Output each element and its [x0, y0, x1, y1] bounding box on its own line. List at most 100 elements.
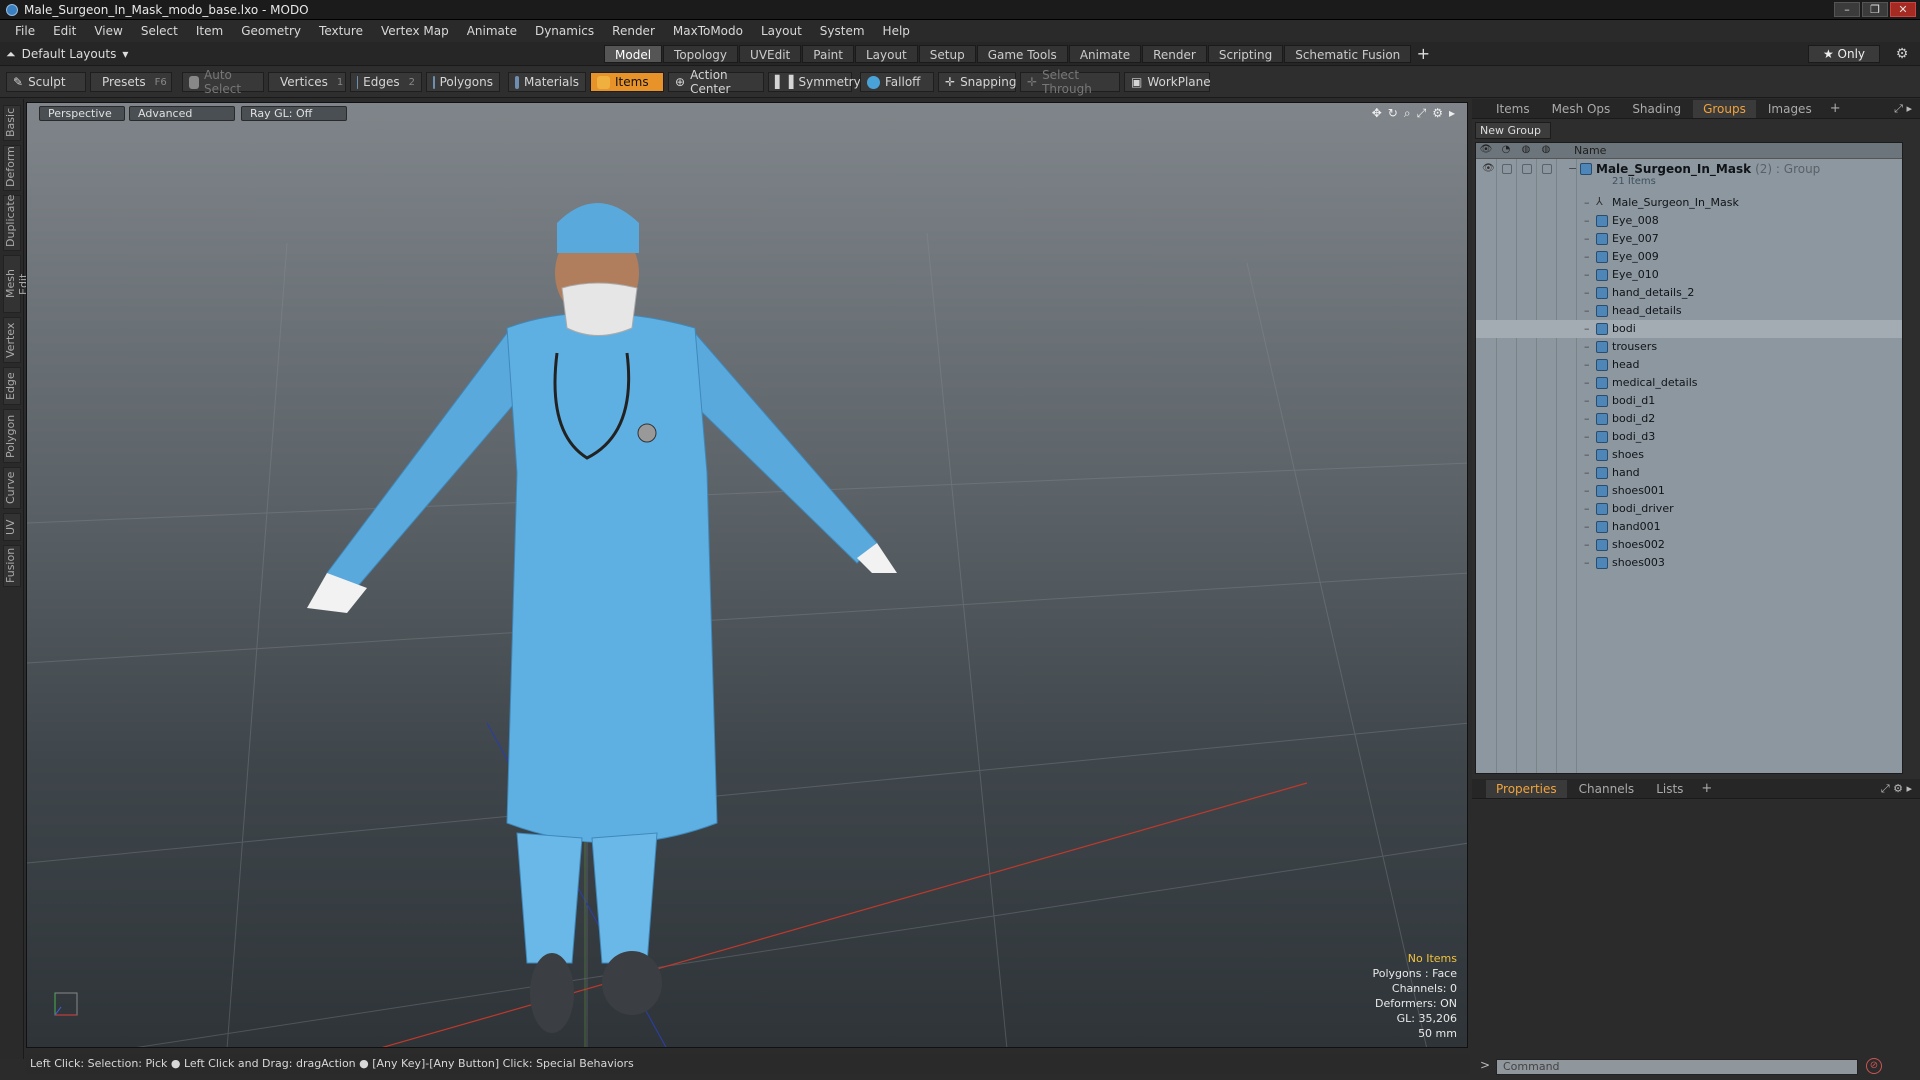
vtab-vertex[interactable]: Vertex [3, 317, 21, 363]
menu-maxtomodo[interactable]: MaxToModo [664, 20, 752, 42]
list-item[interactable]: – hand [1476, 464, 1902, 482]
tab-mesh-ops[interactable]: Mesh Ops [1542, 100, 1621, 118]
menu-render[interactable]: Render [603, 20, 664, 42]
tab-setup[interactable]: Setup [918, 45, 976, 63]
falloff-button[interactable]: Falloff [860, 72, 934, 92]
collapse-icon[interactable]: − [1568, 162, 1577, 175]
tab-images[interactable]: Images [1758, 100, 1822, 118]
presets-button[interactable]: Presets F6 [90, 72, 172, 92]
menu-geometry[interactable]: Geometry [232, 20, 310, 42]
list-item[interactable]: – trousers [1476, 338, 1902, 356]
list-item[interactable]: – bodi_d2 [1476, 410, 1902, 428]
vtab-mesh-edit[interactable]: Mesh Edit [3, 255, 30, 313]
add-panel-tab-button[interactable]: + [1824, 101, 1847, 116]
vtab-duplicate[interactable]: Duplicate [3, 195, 21, 251]
list-item[interactable]: – Eye_009 [1476, 248, 1902, 266]
command-input[interactable]: Command [1496, 1059, 1858, 1075]
tab-lists[interactable]: Lists [1646, 780, 1693, 798]
gear-icon[interactable]: ⚙ [1894, 46, 1910, 62]
list-item[interactable]: – ⅄ Male_Surgeon_In_Mask [1476, 194, 1902, 212]
tab-shading[interactable]: Shading [1622, 100, 1691, 118]
tab-model[interactable]: Model [604, 45, 663, 63]
vtab-curve[interactable]: Curve [3, 467, 21, 509]
list-item[interactable]: – head [1476, 356, 1902, 374]
vtab-basic[interactable]: Basic [3, 105, 21, 141]
vtab-deform[interactable]: Deform [3, 145, 21, 191]
list-item[interactable]: – hand001 [1476, 518, 1902, 536]
list-item[interactable]: – shoes001 [1476, 482, 1902, 500]
list-item[interactable]: – Eye_007 [1476, 230, 1902, 248]
symmetry-button[interactable]: ▌▐ Symmetry [768, 72, 861, 92]
lock-toggle[interactable] [1502, 164, 1512, 174]
list-item[interactable]: – bodi_d3 [1476, 428, 1902, 446]
tab-render[interactable]: Render [1142, 45, 1207, 63]
tab-groups[interactable]: Groups [1693, 99, 1756, 118]
list-item[interactable]: – shoes002 [1476, 536, 1902, 554]
list-item[interactable]: – shoes003 [1476, 554, 1902, 572]
only-button[interactable]: ★ Only [1808, 45, 1880, 63]
add-tab-button[interactable]: + [1412, 45, 1434, 63]
tab-channels[interactable]: Channels [1569, 780, 1645, 798]
menu-layout[interactable]: Layout [752, 20, 811, 42]
tab-layout[interactable]: Layout [854, 45, 918, 63]
action-center-button[interactable]: ⊕ Action Center [668, 68, 764, 96]
list-item[interactable]: – Eye_008 [1476, 212, 1902, 230]
polygons-button[interactable]: Polygons [426, 72, 500, 92]
workplane-button[interactable]: ▣ WorkPlane [1124, 72, 1211, 92]
tab-paint[interactable]: Paint [802, 45, 854, 63]
visibility-eye-icon[interactable]: 👁 [1482, 163, 1495, 174]
tab-schematic-fusion[interactable]: Schematic Fusion [1284, 45, 1412, 63]
maximize-button[interactable]: ❐ [1862, 2, 1888, 17]
list-item[interactable]: – hand_details_2 [1476, 284, 1902, 302]
list-item[interactable]: – bodi_driver [1476, 500, 1902, 518]
materials-button[interactable]: Materials [508, 72, 586, 92]
minimize-button[interactable]: – [1834, 2, 1860, 17]
select-through-button[interactable]: ✛ Select Through [1020, 68, 1120, 96]
auto-select-button[interactable]: Auto Select [182, 68, 264, 96]
select-toggle[interactable] [1542, 164, 1552, 174]
vtab-polygon[interactable]: Polygon [3, 409, 21, 463]
tab-game-tools[interactable]: Game Tools [976, 45, 1068, 63]
menu-item[interactable]: Item [187, 20, 232, 42]
list-item[interactable]: – medical_details [1476, 374, 1902, 392]
tab-animate[interactable]: Animate [1068, 45, 1142, 63]
tab-properties[interactable]: Properties [1486, 779, 1567, 798]
menu-view[interactable]: View [85, 20, 131, 42]
menu-system[interactable]: System [811, 20, 874, 42]
group-root-row[interactable]: 👁 − Male_Surgeon_In_Mask (2) : Group 21 I… [1476, 160, 1902, 192]
menu-file[interactable]: File [6, 20, 44, 42]
list-item[interactable]: – Eye_010 [1476, 266, 1902, 284]
menu-dynamics[interactable]: Dynamics [526, 20, 603, 42]
layout-selector[interactable]: ⏶ Default Layouts ▾ [6, 45, 128, 63]
list-item[interactable]: – head_details [1476, 302, 1902, 320]
add-properties-tab-button[interactable]: + [1695, 781, 1718, 796]
3d-viewport[interactable]: Perspective Advanced Ray GL: Off ✥ ↻ ⌕ ⤢… [26, 102, 1468, 1048]
groups-list[interactable]: 👁 ◔ ◍ ◍ Name 👁 − Male_Surgeon_In_Mask (2)… [1475, 142, 1903, 774]
edges-button[interactable]: Edges 2 [350, 72, 422, 92]
menu-help[interactable]: Help [874, 20, 919, 42]
properties-expand-icon[interactable]: ⤢ ⚙ ▸ [1881, 782, 1912, 796]
vertices-button[interactable]: Vertices 1 [268, 72, 346, 92]
menu-edit[interactable]: Edit [44, 20, 85, 42]
list-item[interactable]: – bodi [1476, 320, 1902, 338]
items-button[interactable]: Items [590, 72, 664, 92]
vtab-edge[interactable]: Edge [3, 367, 21, 405]
list-item[interactable]: – shoes [1476, 446, 1902, 464]
command-clear-icon[interactable]: ⊘ [1866, 1058, 1882, 1074]
tab-items[interactable]: Items [1486, 100, 1540, 118]
vtab-fusion[interactable]: Fusion [3, 545, 21, 587]
close-button[interactable]: ✕ [1890, 2, 1916, 17]
render-toggle[interactable] [1522, 164, 1532, 174]
panel-expand-icon[interactable]: ⤢ ▸ [1894, 102, 1912, 116]
list-item[interactable]: – bodi_d1 [1476, 392, 1902, 410]
sculpt-button[interactable]: ✎ Sculpt [6, 72, 86, 92]
menu-texture[interactable]: Texture [310, 20, 372, 42]
menu-animate[interactable]: Animate [458, 20, 526, 42]
tab-topology[interactable]: Topology [663, 45, 739, 63]
tab-uvedit[interactable]: UVEdit [739, 45, 802, 63]
tab-scripting[interactable]: Scripting [1207, 45, 1284, 63]
snapping-button[interactable]: ✛ Snapping [938, 72, 1016, 92]
vtab-uv[interactable]: UV [3, 513, 21, 541]
menu-select[interactable]: Select [132, 20, 187, 42]
menu-vertex-map[interactable]: Vertex Map [372, 20, 458, 42]
